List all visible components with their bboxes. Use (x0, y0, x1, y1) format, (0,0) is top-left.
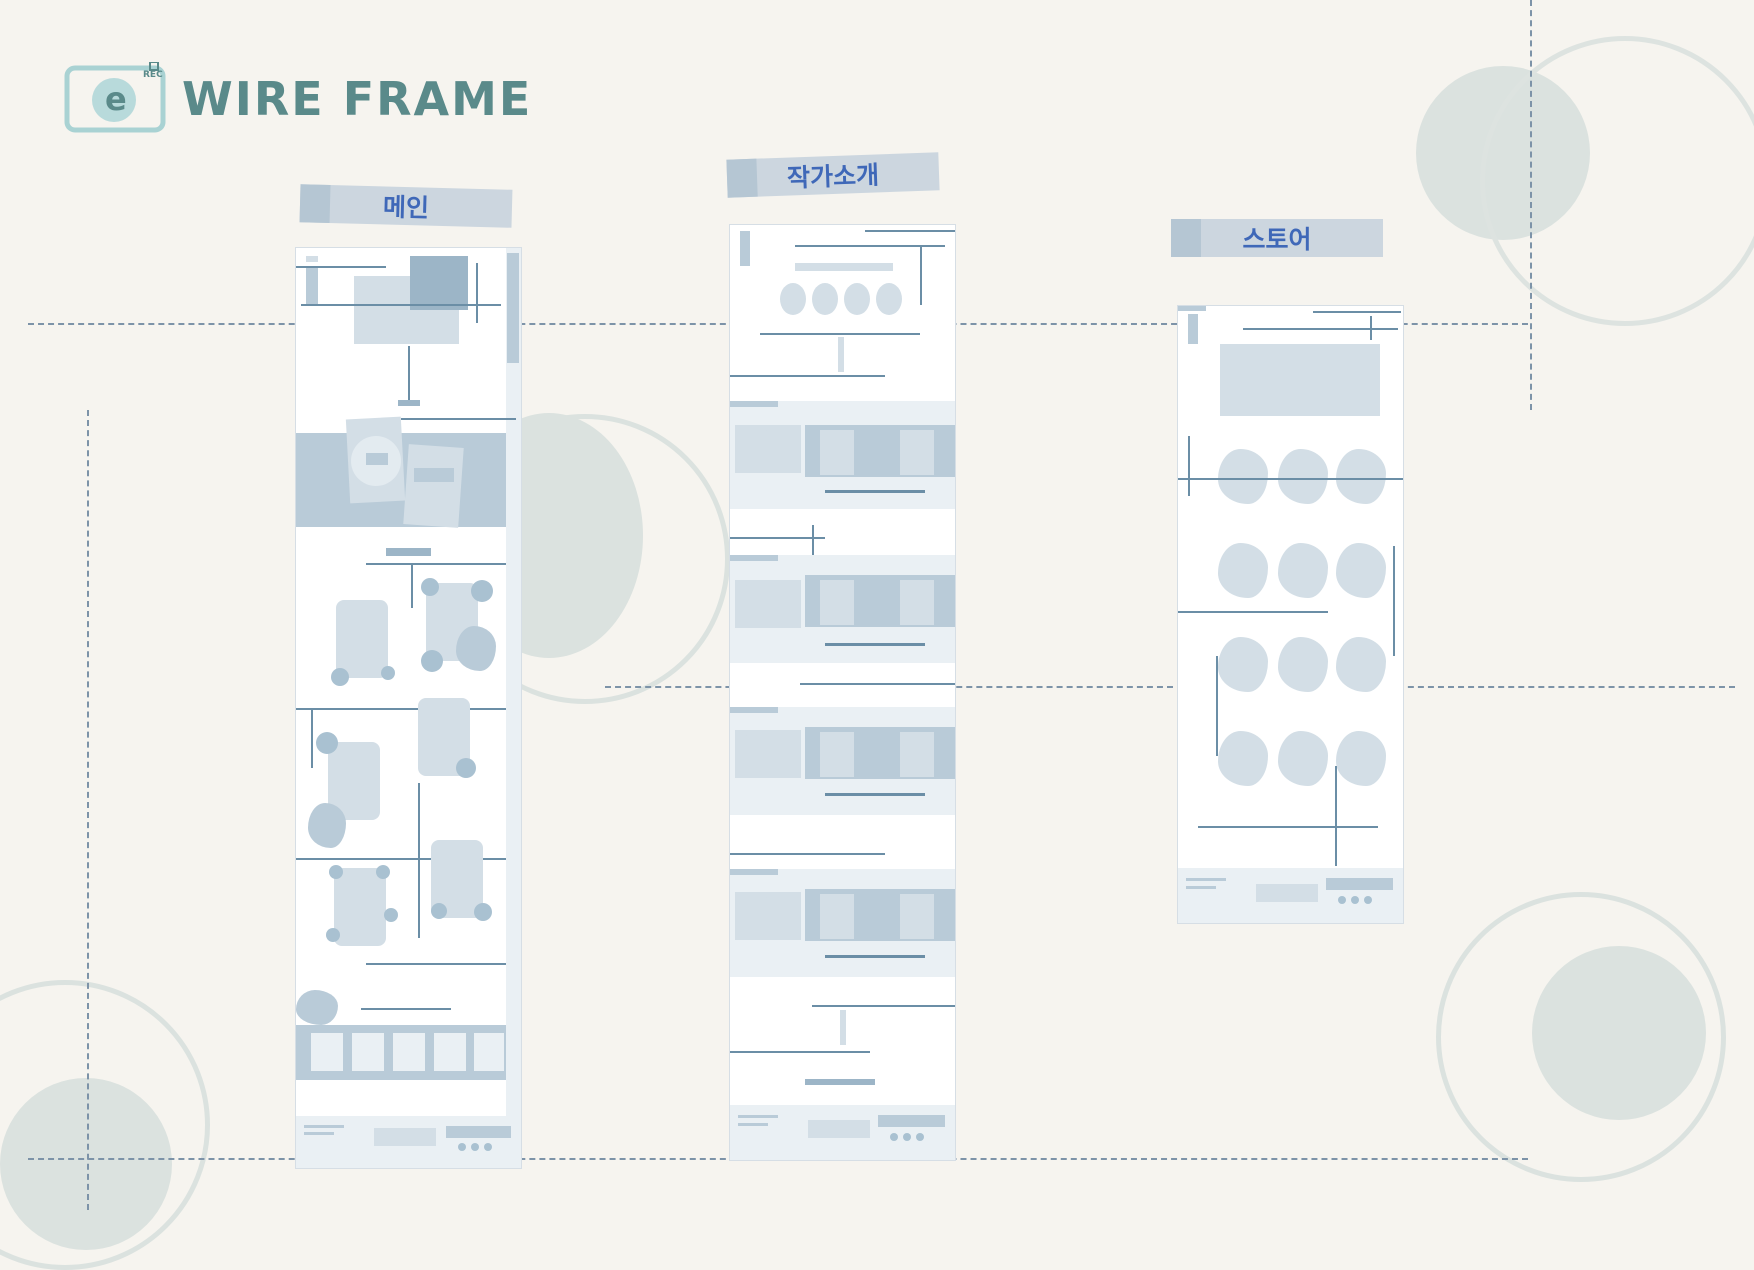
hero-thumb (410, 256, 468, 310)
wireframe-store (1177, 305, 1404, 924)
nav-logo (306, 256, 318, 262)
page-title: WIRE FRAME (182, 72, 533, 126)
guide-line-left (87, 410, 89, 1210)
store-banner (1220, 344, 1380, 416)
section-label-store: 스토어 (1171, 219, 1383, 257)
decor-ring-bottom-right (1436, 892, 1726, 1182)
wireframe-artist (729, 224, 956, 1161)
logo-badge: REC (143, 70, 163, 80)
svg-text:e: e (105, 80, 127, 118)
section-label-artist: 작가소개 (726, 152, 940, 198)
decor-ring-bottom-left (0, 980, 210, 1270)
decor-ring-top-right (1480, 36, 1754, 326)
logo: e REC (64, 61, 168, 134)
side-scroll (506, 248, 521, 1168)
guide-line-right (1530, 0, 1532, 410)
wireframe-main (295, 247, 522, 1169)
section-label-main: 메인 (299, 184, 513, 228)
